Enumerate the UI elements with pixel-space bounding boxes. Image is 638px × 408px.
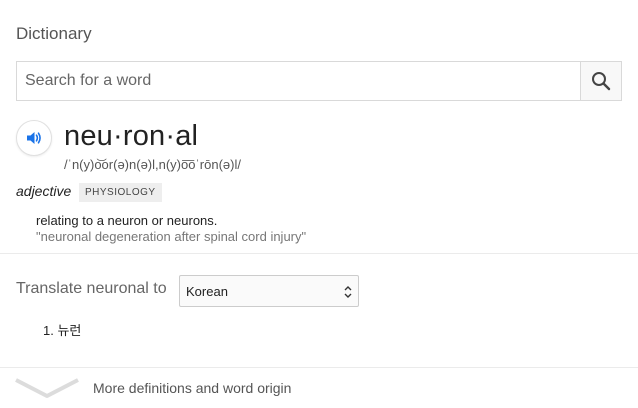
card-title: Dictionary bbox=[16, 24, 92, 43]
footer-divider bbox=[0, 367, 638, 368]
definition-text: relating to a neuron or neurons. bbox=[36, 213, 218, 228]
section-divider bbox=[0, 253, 638, 254]
dictionary-card: Dictionary neu·ron·al /ˈn(y)o͝or(ə)n(ə)l… bbox=[0, 0, 638, 408]
translate-label: Translate neuronal to bbox=[16, 280, 167, 297]
search-button[interactable] bbox=[580, 62, 621, 100]
phonetic-spelling: /ˈn(y)o͝or(ə)n(ə)l,n(y)o͞oˈrōn(ə)l/ bbox=[64, 157, 241, 172]
pronunciation-button[interactable] bbox=[16, 120, 52, 156]
domain-tag: PHYSIOLOGY bbox=[79, 183, 162, 202]
search-input[interactable] bbox=[17, 62, 580, 100]
more-definitions-label: More definitions and word origin bbox=[93, 380, 292, 396]
language-select-value: Korean bbox=[186, 283, 228, 299]
translation-result-text: 뉴런 bbox=[57, 323, 82, 338]
select-arrows-icon bbox=[344, 286, 352, 298]
chevron-down-icon bbox=[15, 378, 79, 398]
more-definitions-link[interactable]: More definitions and word origin bbox=[0, 369, 638, 408]
part-of-speech: adjective bbox=[16, 183, 72, 199]
language-select[interactable]: Korean bbox=[179, 275, 359, 307]
headword: neu·ron·al bbox=[64, 120, 199, 152]
speaker-icon bbox=[27, 132, 41, 144]
usage-example: "neuronal degeneration after spinal cord… bbox=[36, 229, 307, 244]
translation-result-number: 1. bbox=[43, 323, 54, 338]
search-icon bbox=[592, 72, 611, 91]
translation-result: 1. 뉴런 bbox=[43, 320, 81, 339]
search-box bbox=[16, 61, 622, 101]
